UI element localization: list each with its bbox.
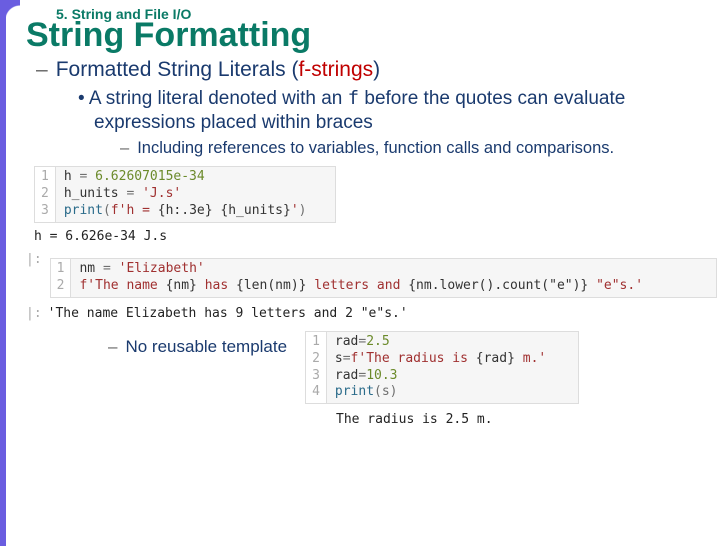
bullet-string-literal: A string literal denoted with an f befor… [78, 86, 717, 136]
tok: 'Elizabeth' [119, 261, 205, 276]
tok: print [335, 384, 374, 399]
tok: = [103, 261, 119, 276]
tok: s [335, 351, 343, 366]
tok: rad [335, 368, 358, 383]
tok: m.' [515, 351, 546, 366]
out-prompt-icon: |: [26, 306, 48, 321]
bullet4-text: No reusable template [125, 337, 287, 356]
output-1: h = 6.626e-34 J.s [34, 229, 717, 244]
output-2-row: |:'The name Elizabeth has 9 letters and … [26, 306, 717, 321]
tok: h [64, 169, 80, 184]
tok: nm [79, 261, 102, 276]
code-gutter: 1 2 3 [35, 167, 56, 222]
code-row-2: |: 1 2 nm = 'Elizabeth' f'The name {nm} … [26, 250, 717, 300]
code-gutter: 1 2 [51, 259, 72, 297]
dash-icon: – [36, 58, 48, 81]
output-2: 'The name Elizabeth has 9 letters and 2 … [48, 306, 408, 321]
tok: {rad} [476, 351, 515, 366]
tok: h_units [64, 186, 127, 201]
bullet2-text-a: A string literal denoted with an [89, 88, 348, 109]
row-no-reusable: –No reusable template 1 2 3 4 rad=2.5 s=… [26, 331, 717, 405]
tok: {nm.lower().count("e")} [408, 278, 588, 293]
tok: {len(nm)} [236, 278, 306, 293]
bullet1-fstrings: f-strings [298, 58, 373, 81]
tok: ) [299, 203, 307, 218]
output-3: The radius is 2.5 m. [336, 412, 717, 427]
dash-icon: – [108, 337, 117, 356]
tok: print [64, 203, 103, 218]
bullet3-text: Including references to variables, funct… [137, 139, 614, 157]
tok: "e"s.' [588, 278, 643, 293]
bullet1-text-b: ) [373, 58, 380, 81]
tok: has [197, 278, 236, 293]
tok: ( [103, 203, 111, 218]
tok: 6.62607015e-34 [95, 169, 205, 184]
code-content: nm = 'Elizabeth' f'The name {nm} has {le… [71, 259, 651, 297]
code-gutter: 1 2 3 4 [306, 332, 327, 404]
tok: {h_units} [220, 203, 290, 218]
code-block-1: 1 2 3 h = 6.62607015e-34 h_units = 'J.s'… [34, 166, 336, 223]
tok: (s) [374, 384, 397, 399]
tok: = [79, 169, 95, 184]
in-prompt-icon: |: [26, 250, 46, 267]
tok: = [343, 351, 351, 366]
page-title: String Formatting [26, 18, 717, 54]
tok: ' [291, 203, 299, 218]
tok: rad [335, 334, 358, 349]
tok: = [126, 186, 142, 201]
bullet-including-refs: –Including references to variables, func… [120, 139, 717, 158]
tok: letters and [306, 278, 408, 293]
code-block-3: 1 2 3 4 rad=2.5 s=f'The radius is {rad} … [305, 331, 579, 405]
tok: {nm} [166, 278, 197, 293]
tok: 10.3 [366, 368, 397, 383]
tok: 2.5 [366, 334, 389, 349]
tok: {h:.3e} [158, 203, 213, 218]
bullet2-f-prefix: f [348, 87, 359, 109]
code-content: rad=2.5 s=f'The radius is {rad} m.' rad=… [327, 332, 554, 404]
slide: 5. String and File I/O String Formatting… [0, 0, 727, 546]
tok: 'J.s' [142, 186, 181, 201]
code-content: h = 6.62607015e-34 h_units = 'J.s' print… [56, 167, 315, 222]
code-block-2: 1 2 nm = 'Elizabeth' f'The name {nm} has… [50, 258, 717, 298]
tok: f'The radius is [351, 351, 476, 366]
bullet-no-reusable: –No reusable template [108, 331, 287, 357]
tok: f'The name [79, 278, 165, 293]
tok: f'h = [111, 203, 158, 218]
bullet1-text-a: Formatted String Literals ( [56, 58, 299, 81]
dash-icon: – [120, 139, 129, 157]
bullet-fstrings: –Formatted String Literals (f-strings) [36, 58, 717, 82]
